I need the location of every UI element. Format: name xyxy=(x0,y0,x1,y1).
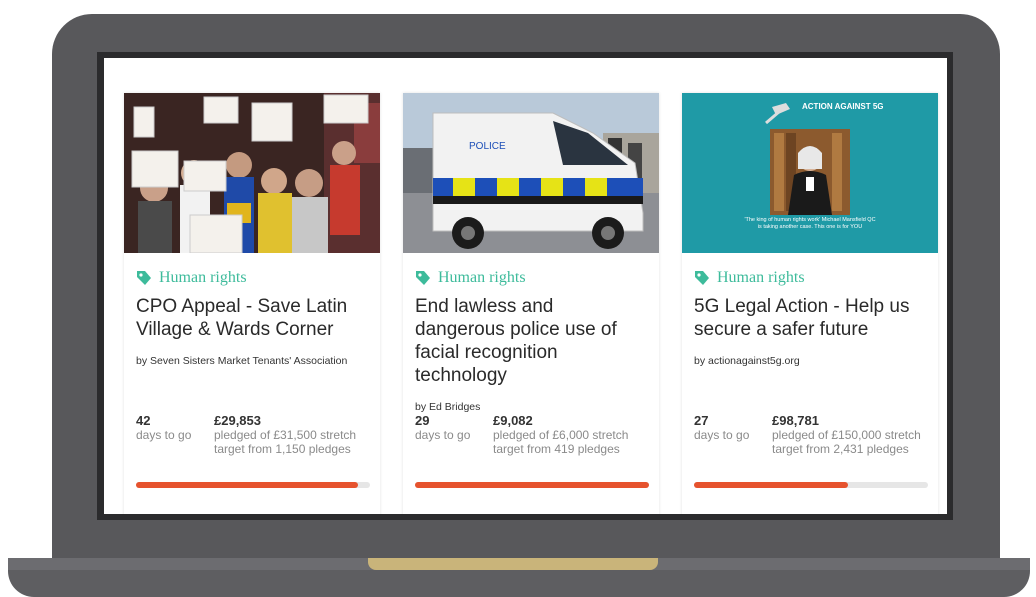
tag-icon xyxy=(415,270,431,286)
action-against-5g-logo: ACTION AGAINST 5G xyxy=(802,102,883,111)
pledged-label: pledged of £6,000 stretch target from 41… xyxy=(493,428,629,456)
campaign-owner: by Ed Bridges xyxy=(415,401,481,413)
funding-progress-bar xyxy=(136,482,370,488)
category-tag[interactable]: Human rights xyxy=(415,267,647,289)
days-label: days to go xyxy=(694,428,750,442)
days-label: days to go xyxy=(136,428,192,442)
campaign-card[interactable]: ACTION AGAINST 5G 'The king of human rig… xyxy=(682,93,938,514)
funding-progress-bar xyxy=(415,482,649,488)
category-label: Human rights xyxy=(717,269,805,286)
days-label: days to go xyxy=(415,428,471,442)
pledged-label: pledged of £31,500 stretch target from 1… xyxy=(214,428,357,456)
campaign-image[interactable] xyxy=(124,93,380,253)
category-tag[interactable]: Human rights xyxy=(694,267,926,289)
days-remaining: 42 days to go xyxy=(136,413,214,456)
screen: Human rights CPO Appeal - Save Latin Vil… xyxy=(104,58,947,514)
campaign-owner: by Seven Sisters Market Tenants' Associa… xyxy=(136,355,348,367)
category-label: Human rights xyxy=(159,269,247,286)
police-label: POLICE xyxy=(469,141,506,152)
funding-progress-bar xyxy=(694,482,928,488)
campaign-stats: 42 days to go £29,853 pledged of £31,500… xyxy=(136,413,374,456)
pledged-amount: £98,781 xyxy=(772,413,819,428)
card-list: Human rights CPO Appeal - Save Latin Vil… xyxy=(124,93,938,514)
campaign-image[interactable]: POLICE xyxy=(403,93,659,253)
funding-progress-fill xyxy=(694,482,849,488)
category-label: Human rights xyxy=(438,269,526,286)
tag-icon xyxy=(694,270,710,286)
pledge-summary: £9,082 pledged of £6,000 stretch target … xyxy=(493,413,653,456)
campaign-stats: 29 days to go £9,082 pledged of £6,000 s… xyxy=(415,413,653,456)
tag-icon xyxy=(136,270,152,286)
campaign-card[interactable]: Human rights CPO Appeal - Save Latin Vil… xyxy=(124,93,380,514)
category-tag[interactable]: Human rights xyxy=(136,267,368,289)
campaign-image[interactable]: ACTION AGAINST 5G 'The king of human rig… xyxy=(682,93,938,253)
pledge-summary: £29,853 pledged of £31,500 stretch targe… xyxy=(214,413,374,456)
days-remaining: 29 days to go xyxy=(415,413,493,456)
days-count: 42 xyxy=(136,413,151,428)
campaign-title[interactable]: 5G Legal Action - Help us secure a safer… xyxy=(694,295,926,341)
days-count: 29 xyxy=(415,413,430,428)
laptop-notch xyxy=(368,558,658,570)
pledged-amount: £29,853 xyxy=(214,413,261,428)
funding-progress-fill xyxy=(136,482,359,488)
pledged-label: pledged of £150,000 stretch target from … xyxy=(772,428,921,456)
days-count: 27 xyxy=(694,413,709,428)
campaign-owner: by actionagainst5g.org xyxy=(694,355,800,367)
campaign-stats: 27 days to go £98,781 pledged of £150,00… xyxy=(694,413,932,456)
campaign-title[interactable]: CPO Appeal - Save Latin Village & Wards … xyxy=(136,295,368,341)
funding-progress-fill xyxy=(415,482,649,488)
campaign-card[interactable]: POLICE Human rights End lawless and dang… xyxy=(403,93,659,514)
banner-caption: 'The king of human rights work' Michael … xyxy=(744,217,876,230)
days-remaining: 27 days to go xyxy=(694,413,772,456)
pledged-amount: £9,082 xyxy=(493,413,533,428)
campaign-title[interactable]: End lawless and dangerous police use of … xyxy=(415,295,647,387)
pledge-summary: £98,781 pledged of £150,000 stretch targ… xyxy=(772,413,932,456)
